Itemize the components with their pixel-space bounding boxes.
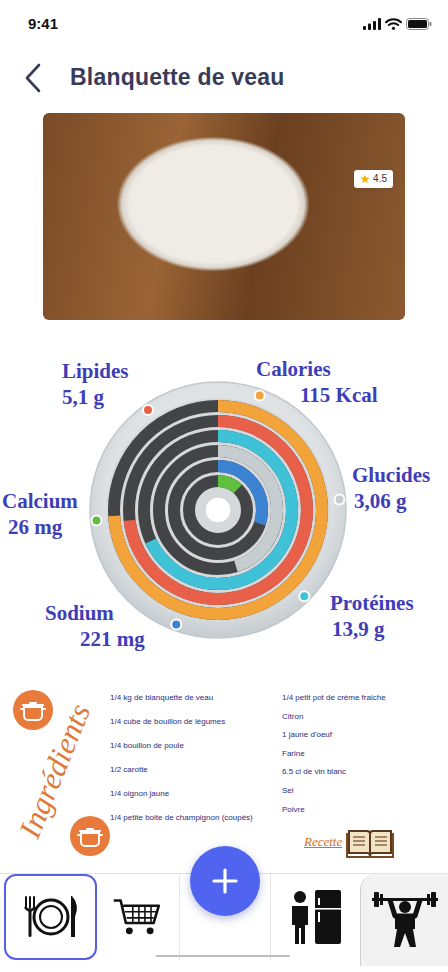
nutrient-name: Lipides xyxy=(62,358,129,384)
nutrient-name: Glucides xyxy=(352,462,430,488)
nutrient-value: 5,1 g xyxy=(62,384,129,410)
nutrient-value: 26 mg xyxy=(8,514,78,540)
pot-badge xyxy=(13,690,53,730)
nutrient-name: Sodium xyxy=(45,600,145,626)
ring-track xyxy=(144,436,292,584)
nav-fitness-tab[interactable] xyxy=(360,874,448,966)
ingredients-list: 1/4 petit pot de crème fraicheCitron1 ja… xyxy=(282,677,448,823)
ring-arc xyxy=(174,466,262,554)
ingredient-item: Sel xyxy=(282,786,448,805)
nutrient-name: Calcium xyxy=(2,488,78,514)
nutrient-label: Glucides3,06 g xyxy=(352,462,430,514)
nutrient-dot xyxy=(92,516,102,526)
ingredient-item: Citron xyxy=(282,712,448,731)
ingredient-item: 1/2 carotte xyxy=(110,765,282,789)
ring-track xyxy=(129,421,307,599)
ingredients-section: Ingrédients1/4 kg de blanquette de veau1… xyxy=(0,677,448,865)
nutrient-name: Calories xyxy=(256,356,378,382)
recipe-link[interactable]: Recette xyxy=(304,832,342,852)
chart-bezel xyxy=(90,382,346,638)
nutrient-label: Calcium26 mg xyxy=(2,488,78,540)
recipe-book-icon xyxy=(346,825,394,859)
nutrient-value: 115 Kcal xyxy=(300,382,378,408)
pot-icon xyxy=(13,690,53,730)
ring-track xyxy=(159,451,277,569)
ingredient-item: 6.5 cl de vin blanc xyxy=(282,767,448,786)
ingredients-side: Ingrédients xyxy=(0,677,110,865)
nutrient-dot xyxy=(171,620,181,630)
ring-arc xyxy=(189,481,247,539)
dish-photo: 4.5 xyxy=(43,113,405,320)
star-icon xyxy=(360,174,370,184)
nutrient-dot xyxy=(335,494,345,504)
ingredient-item: 1 jaune d'oeuf xyxy=(282,730,448,749)
ingredient-item: Poivre xyxy=(282,805,448,824)
ingredients-list: 1/4 kg de blanquette de veau1/4 cube de … xyxy=(110,677,282,837)
nutrient-value: 13,9 g xyxy=(332,616,414,642)
ingredient-item: 1/4 bouillon de poule xyxy=(110,741,282,765)
ring-arc xyxy=(129,421,307,599)
app-screen: 9:41 Blanquette de veau 4.5 Calories115 Kca… xyxy=(0,0,448,972)
back-chevron-icon xyxy=(24,63,42,93)
fitness-icon[interactable] xyxy=(370,891,440,949)
recipe-title: Blanquette de veau xyxy=(70,64,285,92)
nutrient-value: 3,06 g xyxy=(354,488,430,514)
nutrient-dot xyxy=(143,405,153,415)
nav-add-tab[interactable] xyxy=(180,874,270,960)
chart-face xyxy=(106,398,330,622)
add-icon[interactable] xyxy=(210,866,240,896)
pot-badge xyxy=(70,816,110,856)
status-bar: 9:41 xyxy=(0,0,448,48)
rating-badge: 4.5 xyxy=(354,170,393,188)
ring-arc xyxy=(114,406,322,614)
ring-arc xyxy=(159,451,277,569)
nutrient-name: Protéines xyxy=(330,590,414,616)
ring-track xyxy=(189,481,247,539)
ingredient-item: Farine xyxy=(282,749,448,768)
nutrient-label: Protéines13,9 g xyxy=(330,590,414,642)
nav-cart-tab[interactable] xyxy=(97,874,180,960)
nutrient-dot xyxy=(255,390,265,400)
ingredient-item: 1/4 petit pot de crème fraiche xyxy=(282,693,448,712)
chart-hole xyxy=(205,497,231,523)
bottom-nav xyxy=(0,873,448,972)
signal-icon xyxy=(363,18,381,30)
ingredients-right-column: 1/4 petit pot de crème fraicheCitron1 ja… xyxy=(282,677,448,865)
wifi-icon xyxy=(385,18,402,30)
add-button[interactable] xyxy=(190,846,260,916)
nutrient-dot xyxy=(299,591,309,601)
plate-icon[interactable] xyxy=(19,893,83,941)
ingredient-item: 1/4 cube de bouillon de légumes xyxy=(110,717,282,741)
nav-fridge-tab[interactable] xyxy=(270,874,360,960)
pot-icon xyxy=(70,816,110,856)
nav-plate-tab[interactable] xyxy=(4,874,97,960)
nutrition-chart: Calories115 Kcal Lipides5,1 g Protéines13,… xyxy=(0,350,448,655)
nutrient-value: 221 mg xyxy=(80,626,145,652)
fridge-icon[interactable] xyxy=(288,888,344,946)
ingredient-item: 1/4 oignon jaune xyxy=(110,789,282,813)
header-bar: Blanquette de veau xyxy=(0,48,448,108)
ingredients-left-column: 1/4 kg de blanquette de veau1/4 cube de … xyxy=(110,677,282,865)
ring-chart xyxy=(83,375,353,645)
nutrient-label: Calories115 Kcal xyxy=(256,356,378,408)
ring-track xyxy=(114,406,322,614)
home-indicator xyxy=(156,955,290,957)
status-time: 9:41 xyxy=(28,13,58,36)
rating-value: 4.5 xyxy=(373,173,387,185)
cart-icon[interactable] xyxy=(112,895,164,939)
nutrient-label: Sodium221 mg xyxy=(45,600,145,652)
status-icons xyxy=(363,18,432,30)
ingredient-item: 1/4 kg de blanquette de veau xyxy=(110,693,282,717)
battery-icon xyxy=(406,18,432,30)
back-button[interactable] xyxy=(24,63,42,93)
nutrient-label: Lipides5,1 g xyxy=(62,358,129,410)
ring-arc xyxy=(144,436,292,584)
ingredient-item: 1/4 petite boite de champignon (coupés) xyxy=(110,813,282,837)
ring-track xyxy=(174,466,262,554)
recipe-row: Recette xyxy=(282,825,448,859)
